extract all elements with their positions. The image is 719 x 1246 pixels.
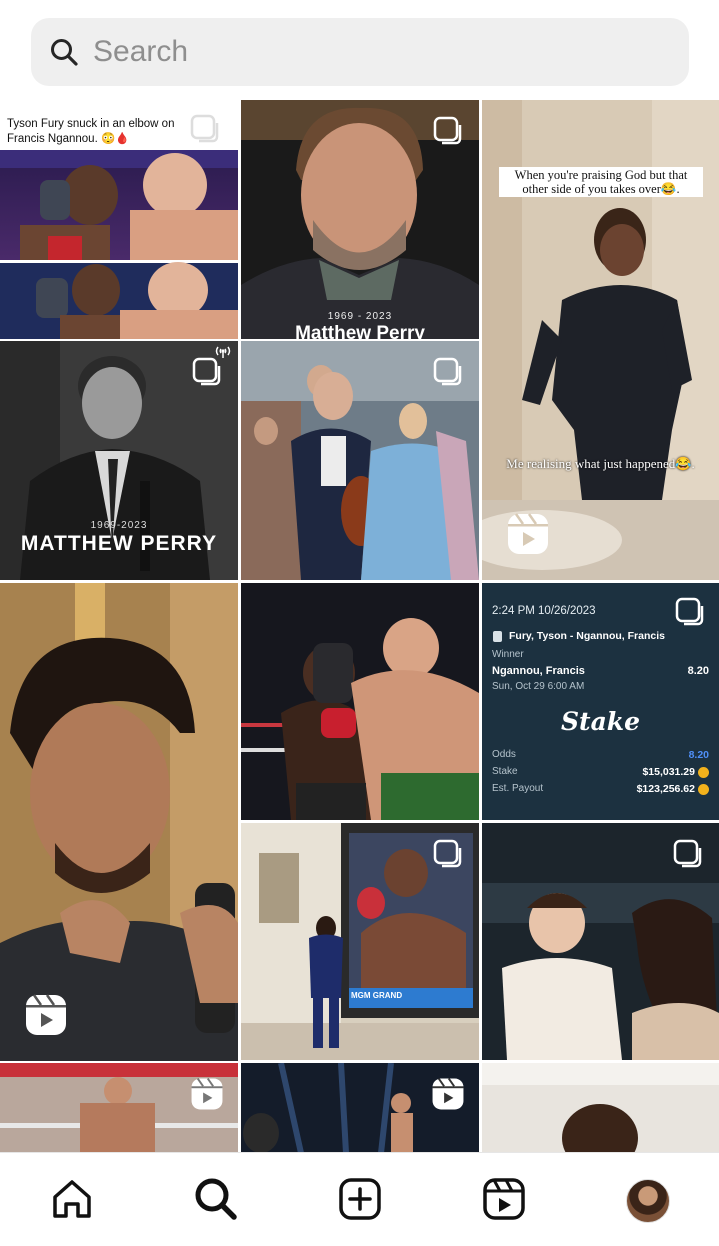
carousel-icon: [673, 839, 703, 869]
nav-home[interactable]: [48, 1177, 96, 1225]
coin-icon: [698, 767, 709, 778]
explore-grid: Tyson Fury snuck in an elbow on Francis …: [0, 100, 719, 1152]
search-input[interactable]: [93, 35, 613, 69]
stake-logo: Stake: [482, 707, 719, 736]
reel-ring-walk[interactable]: [0, 1063, 238, 1152]
tribute-name: MATTHEW PERRY: [20, 532, 218, 555]
coin-icon: [698, 784, 709, 795]
carousel-icon: [433, 839, 463, 869]
post-portrait[interactable]: [482, 1063, 719, 1152]
post-fury-elbow[interactable]: Tyson Fury snuck in an elbow on Francis …: [0, 100, 238, 339]
tribute-name: Matthew Perry: [295, 323, 425, 339]
reels-icon: [506, 512, 550, 556]
search-bar[interactable]: [31, 18, 689, 86]
post-caption: Tyson Fury snuck in an elbow on Francis …: [7, 118, 175, 145]
bet-pick-odds: 8.20: [687, 665, 709, 677]
bet-event-time: Sun, Oct 29 6:00 AM: [492, 681, 585, 692]
search-icon: [49, 37, 79, 67]
fight-photo: [0, 150, 238, 339]
post-boxing-art[interactable]: MGM GRAND: [241, 823, 479, 1060]
search-header: [0, 0, 719, 100]
tribute-years: 1969-2023: [90, 520, 148, 531]
post-perry-bw[interactable]: 1969-2023 MATTHEW PERRY: [0, 341, 238, 580]
reels-icon: [482, 1177, 526, 1226]
post-violinist[interactable]: [241, 341, 479, 580]
bet-pick: Ngannou, Francis: [492, 665, 585, 677]
bet-market: Winner: [492, 649, 524, 660]
post-fight-punch[interactable]: [241, 583, 479, 820]
bottom-nav: [0, 1152, 719, 1246]
reel-selfie[interactable]: [0, 583, 238, 1061]
search-icon: [193, 1176, 239, 1227]
nav-reels[interactable]: [480, 1177, 528, 1225]
stake-label: Stake: [492, 766, 518, 777]
carousel-icon: [433, 116, 463, 146]
art-banner: MGM GRAND: [351, 991, 403, 1000]
payout-label: Est. Payout: [492, 783, 544, 794]
odds-value: 8.20: [688, 749, 709, 761]
reels-icon: [190, 1077, 224, 1111]
audio-icon: [214, 343, 232, 364]
odds-label: Odds: [492, 749, 516, 760]
reels-icon: [431, 1077, 465, 1111]
bet-match: Fury, Tyson - Ngannou, Francis: [509, 630, 665, 642]
create-icon: [338, 1177, 382, 1226]
reel-bottom-caption: Me realising what just happened😂.: [506, 456, 695, 471]
post-stake-betslip[interactable]: 2:24 PM 10/26/2023 Fury, Tyson - Ngannou…: [482, 583, 719, 820]
fight-photo: [241, 583, 479, 820]
post-baby[interactable]: [482, 823, 719, 1060]
reel-praising[interactable]: When you're praising God but that other …: [482, 100, 719, 580]
nav-search[interactable]: [192, 1177, 240, 1225]
home-icon: [50, 1177, 94, 1226]
profile-avatar: [626, 1179, 670, 1223]
portrait-photo: [482, 1063, 719, 1152]
carousel-icon: [433, 357, 463, 387]
reels-icon: [24, 993, 68, 1037]
reel-arena[interactable]: [241, 1063, 479, 1152]
nav-profile[interactable]: [624, 1177, 672, 1225]
carousel-icon: [675, 597, 705, 627]
nav-create[interactable]: [336, 1177, 384, 1225]
reel-top-caption: When you're praising God but that other …: [499, 167, 703, 197]
selfie-photo: [0, 583, 238, 1061]
stake-value: $15,031.29: [642, 766, 695, 778]
carousel-icon: [190, 114, 220, 144]
post-perry-tribute[interactable]: 1969 - 2023 Matthew Perry: [241, 100, 479, 339]
tribute-years: 1969 - 2023: [327, 311, 393, 322]
payout-value: $123,256.62: [636, 783, 695, 795]
ticket-icon: [493, 631, 502, 642]
bet-timestamp: 2:24 PM 10/26/2023: [492, 605, 596, 617]
